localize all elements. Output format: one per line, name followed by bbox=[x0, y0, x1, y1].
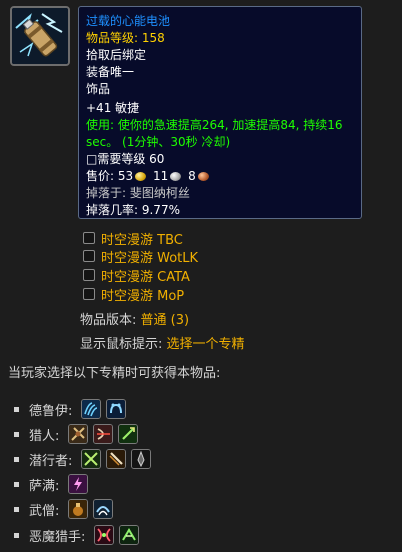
sell-price-label: 售价: bbox=[86, 169, 115, 183]
timewalking-mop-option[interactable]: 时空漫游 MoP bbox=[83, 285, 184, 304]
timewalking-cata-checkbox[interactable] bbox=[83, 269, 95, 281]
bullet bbox=[14, 532, 19, 538]
spec-intro-text: 当玩家选择以下专精时可获得本物品: bbox=[8, 366, 221, 381]
windwalker-icon[interactable] bbox=[93, 499, 114, 519]
item-stat: +41 敏捷 bbox=[86, 101, 140, 115]
sell-copper-value: 8 bbox=[188, 169, 196, 183]
bullet bbox=[14, 431, 19, 437]
outlaw-icon[interactable] bbox=[106, 449, 127, 469]
item-version-value[interactable]: 普通 (3) bbox=[141, 313, 190, 328]
timewalking-tbc-label[interactable]: 时空漫游 TBC bbox=[101, 229, 183, 248]
timewalking-wotlk-checkbox[interactable] bbox=[83, 250, 95, 262]
havoc-icon[interactable] bbox=[94, 525, 115, 545]
vengeance-icon[interactable] bbox=[119, 525, 140, 545]
enhancement-icon[interactable] bbox=[68, 474, 89, 494]
mouse-tip-row: 显示鼠标提示: 选择一个专精 bbox=[80, 333, 245, 352]
guardian-bear-icon[interactable] bbox=[106, 399, 127, 419]
item-required-level: □需要等级 60 bbox=[86, 152, 165, 166]
marksmanship-icon[interactable] bbox=[93, 424, 114, 444]
spec-row-rogue: 潜行者: bbox=[14, 447, 152, 471]
item-use-line2: sec。 (1分钟、30秒 冷却) bbox=[86, 135, 231, 149]
assassination-icon[interactable] bbox=[81, 449, 102, 469]
spec-label-monk: 武僧: bbox=[29, 503, 60, 519]
spec-label-shaman: 萨满: bbox=[29, 478, 60, 494]
beast-mastery-icon[interactable] bbox=[68, 424, 89, 444]
charged-battery-icon bbox=[10, 6, 70, 66]
item-version-row: 物品版本: 普通 (3) bbox=[80, 309, 189, 328]
gold-coin-icon bbox=[135, 172, 147, 181]
copper-coin-icon bbox=[197, 172, 209, 181]
timewalking-tbc-option[interactable]: 时空漫游 TBC bbox=[83, 229, 183, 248]
survival-icon[interactable] bbox=[118, 424, 139, 444]
timewalking-mop-label[interactable]: 时空漫游 MoP bbox=[101, 285, 184, 304]
spec-row-hunter: 猎人: bbox=[14, 422, 139, 446]
item-dropped-by: 掉落于: 斐图纳柯丝 bbox=[86, 186, 190, 200]
spec-row-demon-hunter: 恶魔猎手: bbox=[14, 523, 140, 547]
item-name: 过载的心能电池 bbox=[86, 14, 171, 28]
timewalking-wotlk-label[interactable]: 时空漫游 WotLK bbox=[101, 247, 198, 266]
spec-row-druid: 德鲁伊: bbox=[14, 397, 127, 421]
timewalking-tbc-checkbox[interactable] bbox=[83, 232, 95, 244]
timewalking-cata-option[interactable]: 时空漫游 CATA bbox=[83, 266, 190, 285]
item-binding: 拾取后绑定 bbox=[86, 48, 147, 62]
silver-coin-icon bbox=[170, 172, 182, 181]
bullet bbox=[14, 481, 19, 487]
bullet bbox=[14, 456, 19, 462]
sell-silver-value: 11 bbox=[152, 169, 169, 183]
spec-label-rogue: 潜行者: bbox=[29, 453, 73, 469]
bullet bbox=[14, 406, 19, 412]
item-drop-rate: 掉落几率: 9.77% bbox=[86, 203, 180, 217]
item-sell-price: 售价: 53 11 8 bbox=[86, 168, 212, 185]
spec-label-demon-hunter: 恶魔猎手: bbox=[29, 529, 86, 545]
item-use-line1: 使用: 使你的急速提高264, 加速提高84, 持续16 bbox=[86, 118, 343, 132]
subtlety-icon[interactable] bbox=[131, 449, 152, 469]
timewalking-wotlk-option[interactable]: 时空漫游 WotLK bbox=[83, 247, 198, 266]
spec-row-monk: 武僧: bbox=[14, 497, 114, 521]
timewalking-cata-label[interactable]: 时空漫游 CATA bbox=[101, 266, 190, 285]
spec-row-shaman: 萨满: bbox=[14, 472, 89, 496]
item-level: 物品等级: 158 bbox=[86, 31, 165, 45]
item-unique: 装备唯一 bbox=[86, 65, 135, 79]
mouse-tip-select-spec[interactable]: 选择一个专精 bbox=[167, 337, 245, 352]
timewalking-mop-checkbox[interactable] bbox=[83, 288, 95, 300]
sell-gold-value: 53 bbox=[117, 169, 134, 183]
item-slot: 饰品 bbox=[86, 82, 111, 96]
item-tooltip: 过载的心能电池 物品等级: 158 拾取后绑定 装备唯一 饰品 +41 敏捷 使… bbox=[78, 6, 362, 219]
feral-claw-icon[interactable] bbox=[81, 399, 102, 419]
spec-label-hunter: 猎人: bbox=[29, 428, 60, 444]
mouse-tip-label: 显示鼠标提示: bbox=[80, 337, 163, 352]
item-version-label: 物品版本: bbox=[80, 313, 137, 328]
brewmaster-icon[interactable] bbox=[68, 499, 89, 519]
spec-label-druid: 德鲁伊: bbox=[29, 403, 73, 419]
bullet bbox=[14, 506, 19, 512]
